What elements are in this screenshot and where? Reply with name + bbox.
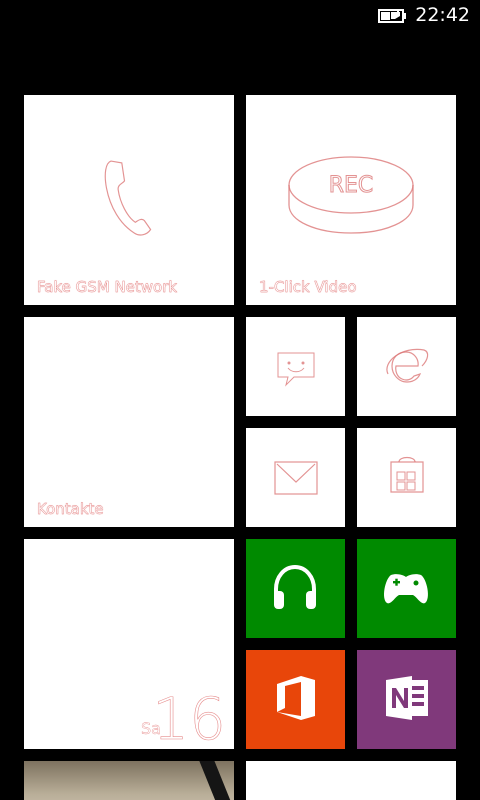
tile-mail[interactable] <box>246 428 345 527</box>
tile-onenote[interactable] <box>357 650 456 749</box>
internet-explorer-icon <box>386 348 429 383</box>
headphones-icon <box>274 564 316 609</box>
onenote-icon <box>386 676 428 720</box>
tile-video-label: 1-Click Video <box>259 278 357 296</box>
tile-internet-explorer[interactable] <box>357 317 456 416</box>
office-icon <box>277 676 315 720</box>
mail-envelope-icon <box>274 461 318 495</box>
record-text: REC <box>329 173 374 198</box>
calendar-date: 16 <box>152 685 226 749</box>
start-screen: 22:42 Fake GSM Network REC 1-Click Video… <box>0 0 480 800</box>
store-bag-icon <box>390 456 424 493</box>
phone-handset-icon <box>104 160 152 236</box>
tile-office[interactable] <box>246 650 345 749</box>
tile-blank[interactable] <box>246 761 456 800</box>
messaging-smiley-icon <box>277 352 315 387</box>
clock: 22:42 <box>415 4 470 26</box>
tile-phone[interactable]: Fake GSM Network <box>24 95 234 305</box>
photo-thumbnail <box>197 761 234 800</box>
record-button-icon: REC <box>288 156 414 234</box>
tile-contacts[interactable]: Kontakte <box>24 317 234 527</box>
tile-messaging[interactable] <box>246 317 345 416</box>
tile-photos[interactable] <box>24 761 234 800</box>
tile-phone-label: Fake GSM Network <box>37 278 178 296</box>
tile-video[interactable]: REC 1-Click Video <box>246 95 456 305</box>
tile-games[interactable] <box>357 539 456 638</box>
xbox-controller-icon <box>384 574 428 604</box>
tile-contacts-label: Kontakte <box>37 500 104 518</box>
battery-charging-icon <box>378 9 406 23</box>
tile-calendar[interactable]: Sa 16 <box>24 539 234 749</box>
tile-store[interactable] <box>357 428 456 527</box>
tile-music[interactable] <box>246 539 345 638</box>
status-bar: 22:42 <box>0 0 480 32</box>
